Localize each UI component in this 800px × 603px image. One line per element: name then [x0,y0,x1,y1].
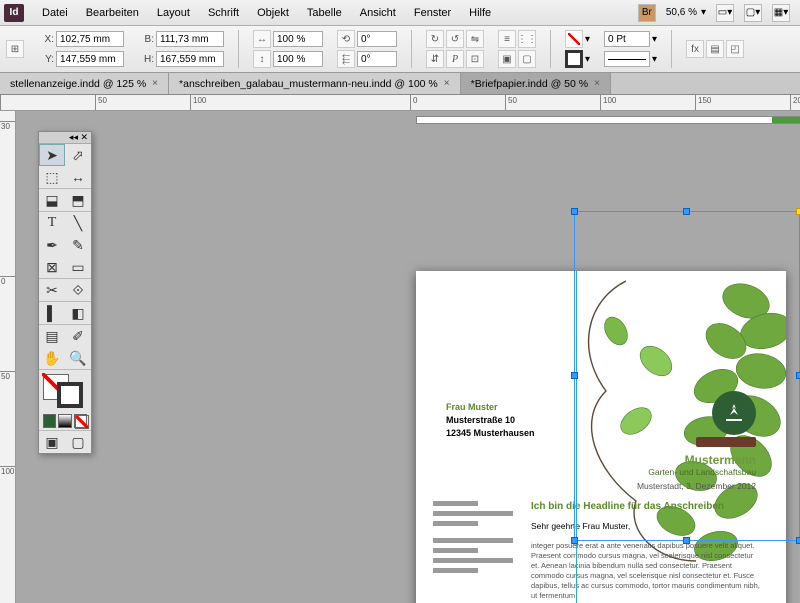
free-transform-tool[interactable]: ⟐ [65,279,91,301]
apply-none-icon[interactable] [74,414,87,428]
direct-selection-tool[interactable]: ⬀ [65,144,91,166]
tools-panel[interactable]: ◂◂ ✕ ➤ ⬀ ⬚ ↔ ⬓ ⬒ T ╲ ✒ ✎ ⊠ ▭ ✂ ⟐ ▌ [38,131,92,454]
stroke-style-field[interactable] [604,51,650,67]
fit-content-icon[interactable]: ▢ [518,50,536,68]
menu-datei[interactable]: Datei [34,4,76,22]
zoom-tool[interactable]: 🔍 [65,347,91,369]
preview-view-icon[interactable]: ▢ [65,431,91,453]
menu-layout[interactable]: Layout [149,4,198,22]
arrange-icon[interactable]: ▦▾ [772,4,790,22]
corner-icon[interactable]: ◰ [726,40,744,58]
select-container-icon[interactable]: P [446,50,464,68]
menu-ansicht[interactable]: Ansicht [352,4,404,22]
gradient-feather-tool[interactable]: ◧ [65,302,91,324]
shear-field[interactable]: 0° [357,51,397,67]
tab-briefpapier[interactable]: *Briefpapier.indd @ 50 %× [461,73,611,94]
rotate-field[interactable]: 0° [357,31,397,47]
selection-tool[interactable]: ➤ [39,144,65,166]
workspace: 30 0 50 100 [0,111,800,603]
reference-point-icon[interactable]: ⊞ [6,40,24,58]
fit-frame-icon[interactable]: ▣ [498,50,516,68]
rectangle-frame-tool[interactable]: ⊠ [39,256,65,278]
pen-tool[interactable]: ✒ [39,234,65,256]
close-icon[interactable]: × [594,78,600,89]
x-field[interactable]: 102,75 mm [56,31,124,47]
control-panel: ⊞ X:102,75 mm Y:147,559 mm B:111,73 mm H… [0,26,800,73]
tab-anschreiben[interactable]: *anschreiben_galabau_mustermann-neu.indd… [169,73,461,94]
align-icon[interactable]: ≡ [498,30,516,48]
tab-stellenanzeige[interactable]: stellenanzeige.indd @ 125 %× [0,73,169,94]
menu-hilfe[interactable]: Hilfe [461,4,499,22]
body-text: integer posuere erat a ante venenatis da… [531,541,761,601]
note-tool[interactable]: ▤ [39,325,65,347]
tools-panel-header[interactable]: ◂◂ ✕ [39,132,91,144]
scissors-tool[interactable]: ✂ [39,279,65,301]
menu-objekt[interactable]: Objekt [249,4,297,22]
hand-tool[interactable]: ✋ [39,347,65,369]
scale-y-field[interactable]: 100 % [273,51,323,67]
h-field[interactable]: 167,559 mm [156,51,224,67]
rotate-ccw-icon[interactable]: ↺ [446,30,464,48]
menu-bearbeiten[interactable]: Bearbeiten [78,4,147,22]
wrap-icon[interactable]: ▤ [706,40,724,58]
y-field[interactable]: 147,559 mm [56,51,124,67]
document-tab-bar: stellenanzeige.indd @ 125 %× *anschreibe… [0,73,800,95]
selection-frame[interactable] [574,211,800,541]
w-field[interactable]: 111,73 mm [156,31,224,47]
flip-v-icon[interactable]: ⇵ [426,50,444,68]
view-options-icon[interactable]: ▭▾ [716,4,734,22]
rotate-cw-icon[interactable]: ↻ [426,30,444,48]
content-collector-tool[interactable]: ⬓ [39,189,65,211]
menu-bar: Id Datei Bearbeiten Layout Schrift Objek… [0,0,800,26]
scale-x-field[interactable]: 100 % [273,31,323,47]
ruler-horizontal[interactable]: 50 100 0 50 100 150 200 [0,95,800,111]
page-tool[interactable]: ⬚ [39,166,65,188]
rectangle-tool[interactable]: ▭ [65,256,91,278]
app-logo: Id [4,4,24,22]
address-block: Frau Muster Musterstraße 10 12345 Muster… [446,401,535,440]
placeholder-bars [433,501,513,578]
normal-view-icon[interactable]: ▣ [39,431,65,453]
rotate-icon: ⟲ [337,30,355,48]
menu-fenster[interactable]: Fenster [406,4,459,22]
fill-stroke-swatch[interactable] [39,370,91,412]
close-icon[interactable]: × [152,78,158,89]
distribute-icon[interactable]: ⋮⋮ [518,30,536,48]
bridge-icon[interactable]: Br [638,4,656,22]
apply-gradient-icon[interactable] [58,414,71,428]
select-content-icon[interactable]: ⊡ [466,50,484,68]
scale-x-icon: ↔ [253,30,271,48]
type-tool[interactable]: T [39,212,65,234]
menu-schrift[interactable]: Schrift [200,4,247,22]
pencil-tool[interactable]: ✎ [65,234,91,256]
fill-swatch-icon[interactable] [565,30,583,48]
content-placer-tool[interactable]: ⬒ [65,189,91,211]
gap-tool[interactable]: ↔ [65,166,91,188]
effects-icon[interactable]: fx [686,40,704,58]
facing-page-edge [416,116,800,124]
stroke-weight-field[interactable]: 0 Pt [604,31,650,47]
line-tool[interactable]: ╲ [65,212,91,234]
ruler-vertical[interactable]: 30 0 50 100 [0,111,16,603]
pasteboard[interactable]: Frau Muster Musterstraße 10 12345 Muster… [16,111,800,603]
zoom-level[interactable]: 50,6 % ▾ [666,7,706,18]
flip-h-icon[interactable]: ⇋ [466,30,484,48]
gradient-swatch-tool[interactable]: ▌ [39,302,65,324]
screen-mode-icon[interactable]: ▢▾ [744,4,762,22]
menu-tabelle[interactable]: Tabelle [299,4,350,22]
stroke-swatch-icon[interactable] [565,50,583,68]
shear-icon: ⬱ [337,50,355,68]
close-icon[interactable]: × [444,78,450,89]
eyedropper-tool[interactable]: ✐ [65,325,91,347]
apply-color-icon[interactable] [43,414,56,428]
scale-y-icon: ↕ [253,50,271,68]
